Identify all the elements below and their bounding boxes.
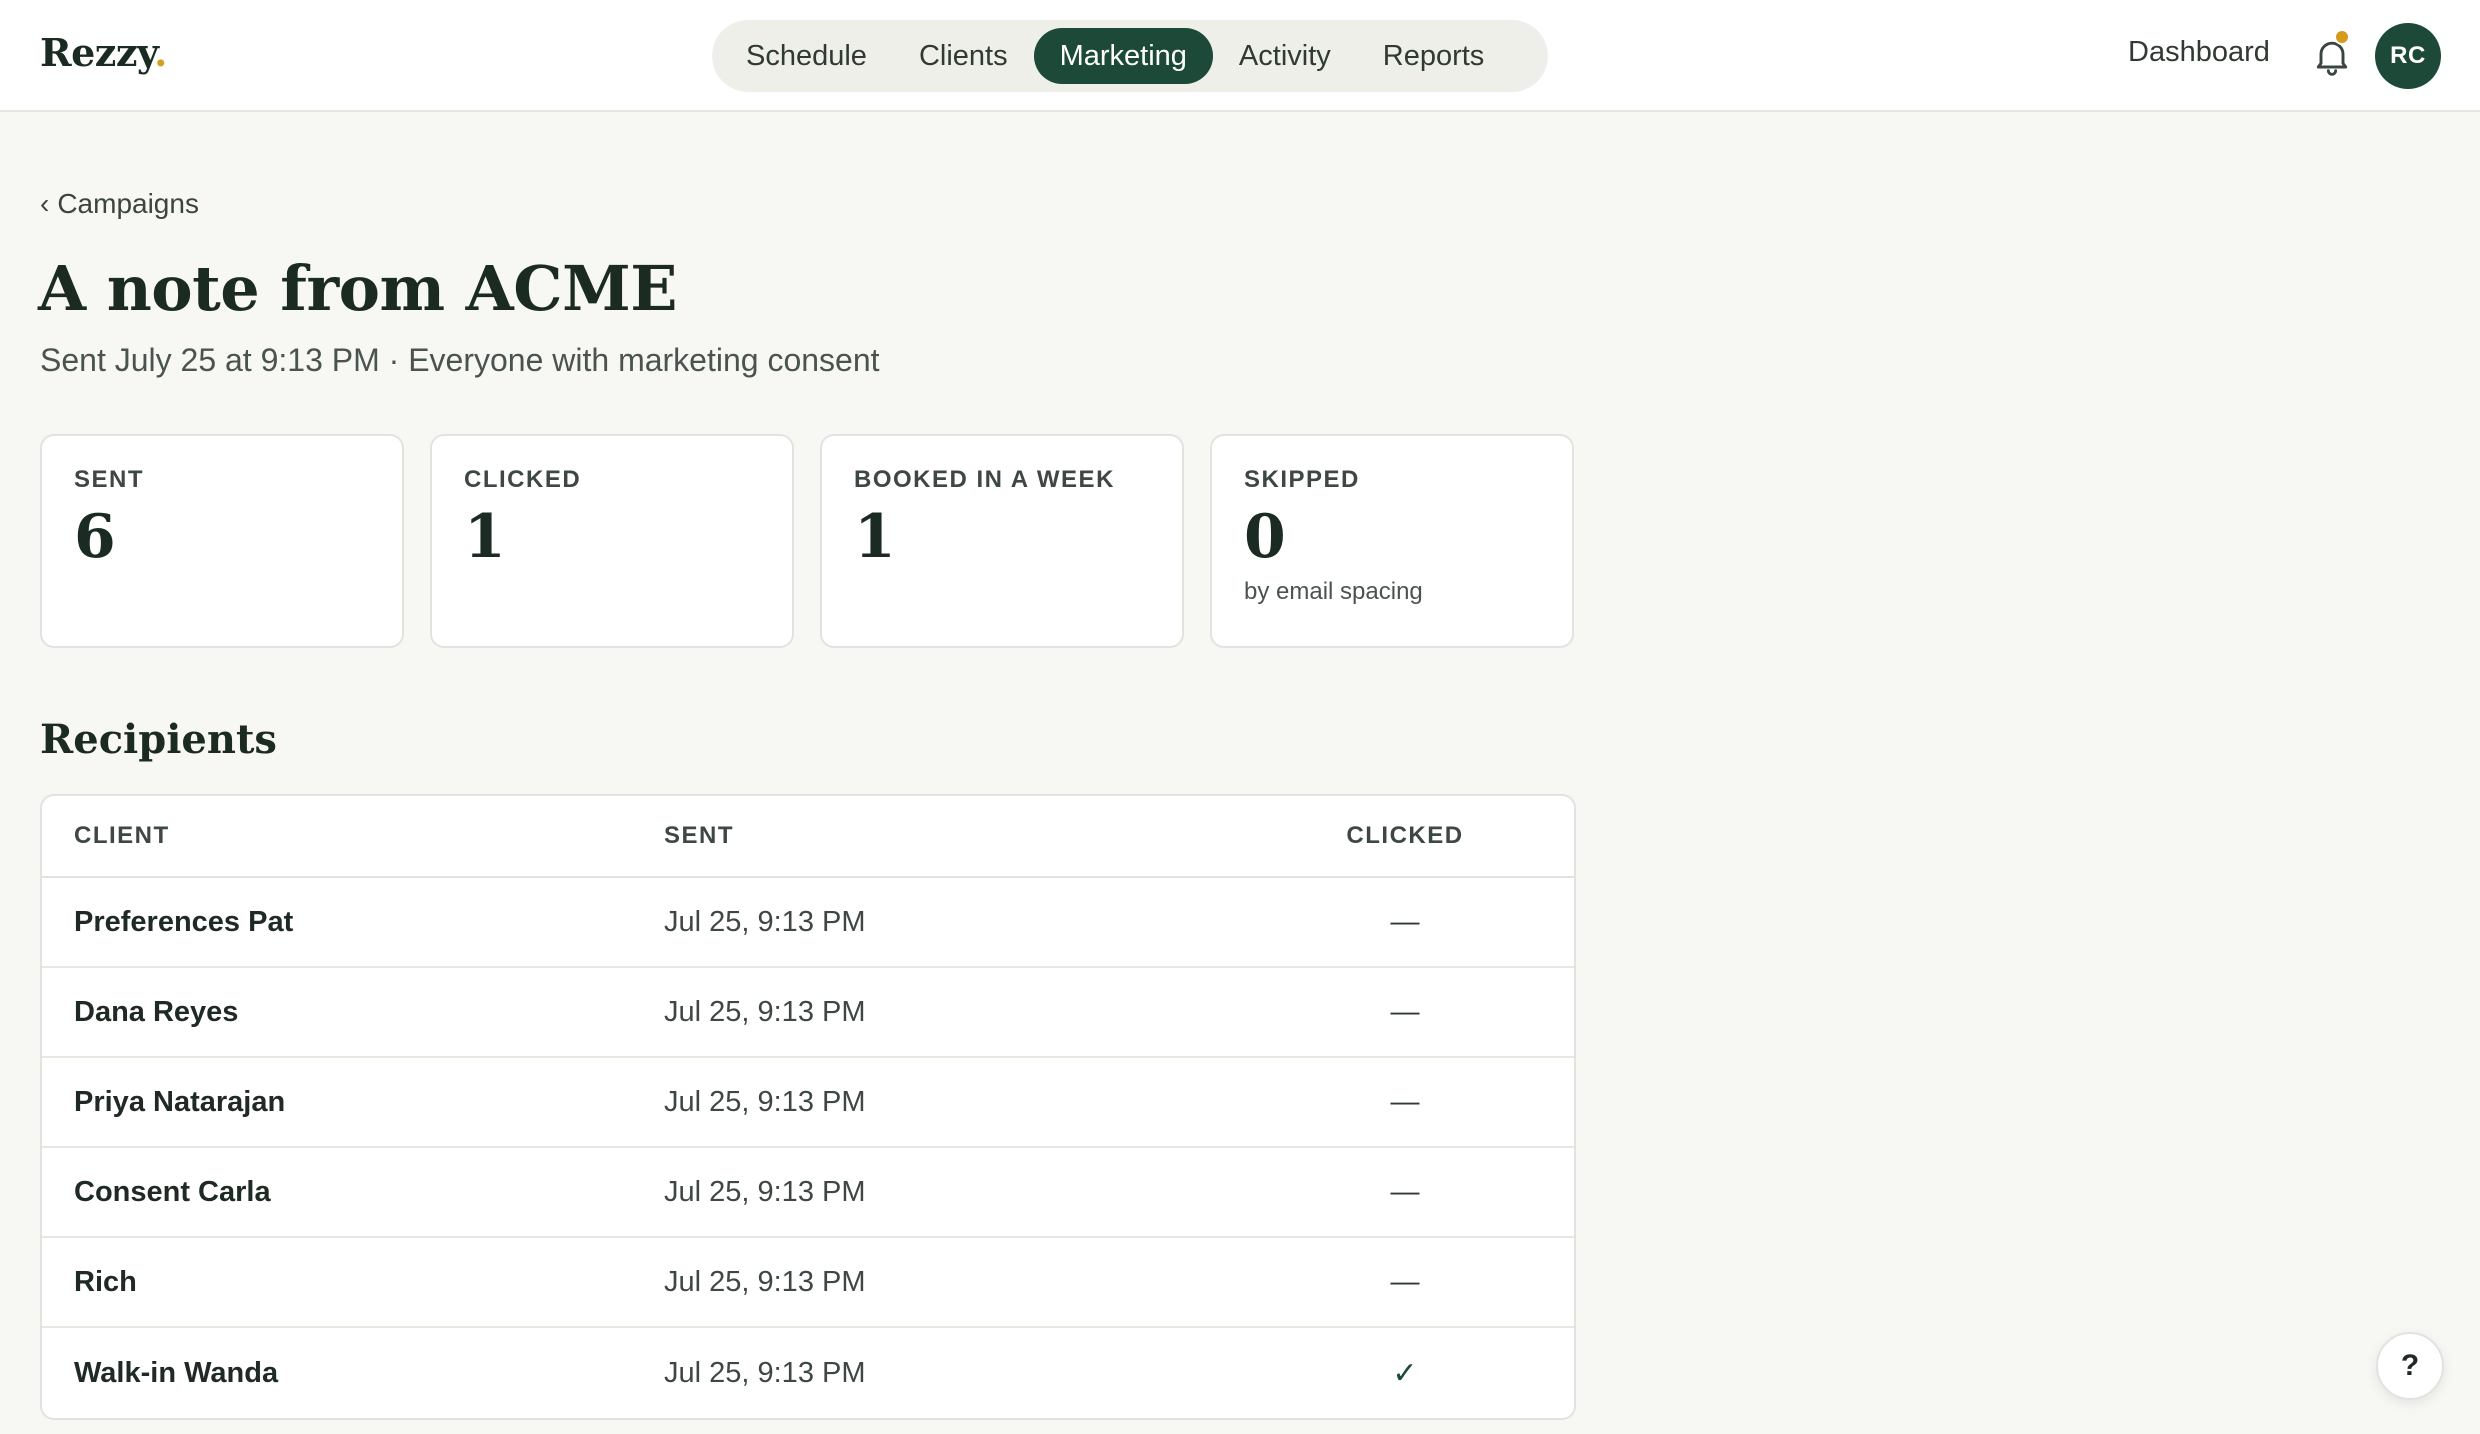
nav-item-reports[interactable]: Reports [1357,28,1511,84]
sent-time: Jul 25, 9:13 PM [664,1175,866,1208]
stat-card-sent: SENT 6 [40,434,404,648]
stat-value: 0 [1244,502,1286,572]
stat-label: SENT [74,466,145,493]
clicked-status: — [1390,1265,1420,1298]
clicked-status: — [1390,1175,1420,1208]
page-title: A note from ACME [38,252,678,325]
nav-item-schedule[interactable]: Schedule [720,28,893,84]
chevron-left-icon: ‹ [40,188,50,219]
stat-value: 6 [74,502,116,572]
client-name: Walk-in Wanda [74,1356,279,1389]
table-row: Dana Reyes Jul 25, 9:13 PM — [42,968,1574,1058]
stat-note: by email spacing [1244,578,1423,605]
sent-time: Jul 25, 9:13 PM [664,1356,866,1389]
main-nav: Schedule Clients Marketing Activity Repo… [712,20,1548,92]
stat-card-clicked: CLICKED 1 [430,434,794,648]
column-header-sent: SENT [664,822,735,849]
breadcrumb-label: Campaigns [57,188,199,219]
logo-dot: . [154,30,167,75]
sent-time: Jul 25, 9:13 PM [664,1265,866,1298]
stat-card-booked: BOOKED IN A WEEK 1 [820,434,1184,648]
column-header-clicked: CLICKED [1346,822,1464,849]
client-name: Rich [74,1265,137,1298]
table-row: Rich Jul 25, 9:13 PM — [42,1238,1574,1328]
stat-label: CLICKED [464,466,582,493]
nav-item-clients[interactable]: Clients [893,28,1034,84]
check-icon: ✓ [1392,1356,1418,1390]
stat-card-skipped: SKIPPED 0 by email spacing [1210,434,1574,648]
clicked-status: — [1390,1085,1420,1118]
table-row: Priya Natarajan Jul 25, 9:13 PM — [42,1058,1574,1148]
stat-label: SKIPPED [1244,466,1360,493]
breadcrumb-back-campaigns[interactable]: ‹ Campaigns [40,188,199,220]
stat-value: 1 [854,502,896,572]
table-header: CLIENT SENT CLICKED [42,796,1574,878]
table-row: Walk-in Wanda Jul 25, 9:13 PM ✓ [42,1328,1574,1418]
stats-row: SENT 6 CLICKED 1 BOOKED IN A WEEK 1 SKIP… [40,434,1574,648]
nav-item-activity[interactable]: Activity [1213,28,1357,84]
client-name: Priya Natarajan [74,1085,286,1118]
avatar[interactable]: RC [2375,23,2441,89]
sent-time: Jul 25, 9:13 PM [664,905,866,938]
clicked-status: — [1390,905,1420,938]
stat-value: 1 [464,502,506,572]
stat-label: BOOKED IN A WEEK [854,466,1115,493]
client-name: Preferences Pat [74,905,294,938]
campaign-subtitle: Sent July 25 at 9:13 PM · Everyone with … [40,342,880,378]
column-header-client: CLIENT [74,822,170,849]
client-name: Dana Reyes [74,995,239,1028]
notification-dot [2334,29,2350,45]
recipients-table: CLIENT SENT CLICKED Preferences Pat Jul … [40,794,1576,1420]
top-bar: Rezzy. Schedule Clients Marketing Activi… [0,0,2480,112]
table-row: Preferences Pat Jul 25, 9:13 PM — [42,878,1574,968]
dashboard-link[interactable]: Dashboard [2128,36,2270,69]
table-row: Consent Carla Jul 25, 9:13 PM — [42,1148,1574,1238]
nav-item-marketing[interactable]: Marketing [1033,28,1213,84]
sent-time: Jul 25, 9:13 PM [664,1085,866,1118]
logo-text: Rezzy [40,30,155,75]
help-button[interactable]: ? [2376,1332,2444,1400]
section-title-recipients: Recipients [40,716,277,763]
client-name: Consent Carla [74,1175,271,1208]
app-logo[interactable]: Rezzy. [40,30,167,75]
sent-time: Jul 25, 9:13 PM [664,995,866,1028]
clicked-status: — [1390,995,1420,1028]
